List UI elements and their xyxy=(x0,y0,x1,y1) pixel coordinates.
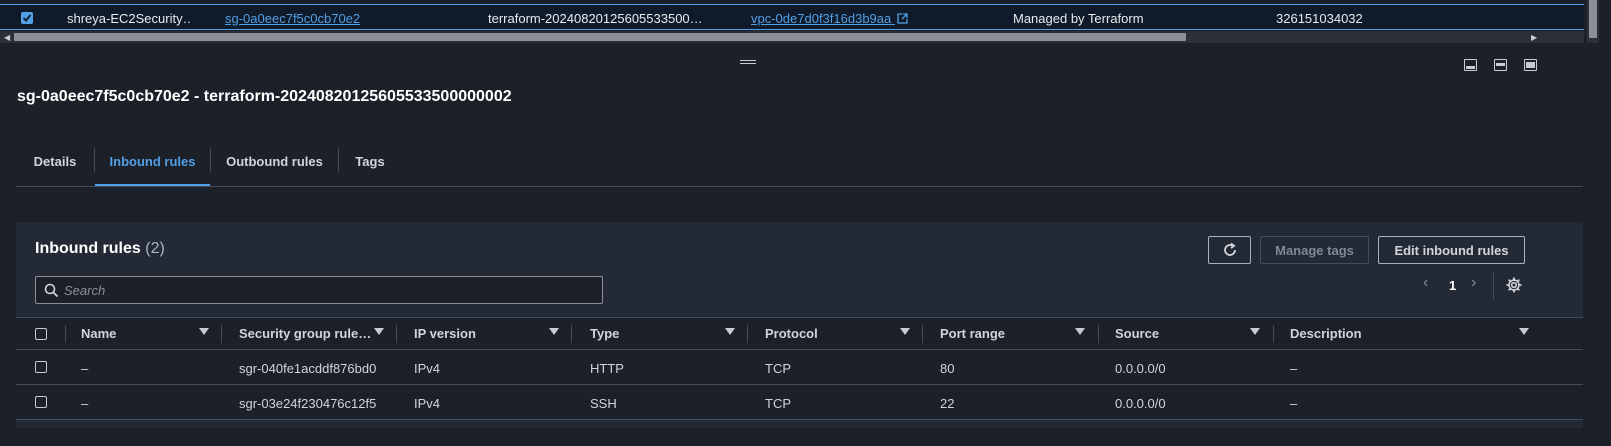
cell-source: 0.0.0.0/0 xyxy=(1115,396,1166,411)
cell-rule-id: sgr-040fe1acddf876bd0 xyxy=(239,361,377,376)
panel-bottom-icon[interactable] xyxy=(1464,59,1477,71)
cell-description: – xyxy=(1290,361,1298,376)
table-header: Name Security group rule… IP version Typ… xyxy=(16,317,1583,350)
split-panel-drag-handle[interactable] xyxy=(740,60,756,66)
panel-split-icon[interactable] xyxy=(1494,59,1507,71)
cell-ip-version: IPv4 xyxy=(414,396,441,411)
gear-icon[interactable] xyxy=(1506,277,1522,293)
page-edge xyxy=(1599,0,1611,446)
tab-tags[interactable]: Tags xyxy=(339,144,401,186)
cell-port-range: 22 xyxy=(940,396,955,411)
sort-icon[interactable] xyxy=(199,328,209,335)
search-field[interactable] xyxy=(35,276,603,304)
refresh-icon xyxy=(1223,242,1236,256)
scroll-left-icon[interactable]: ◀ xyxy=(4,33,10,42)
cell-rule-id: sgr-03e24f230476c12f5 xyxy=(239,396,377,411)
vertical-scrollbar[interactable] xyxy=(1587,0,1599,43)
horizontal-scrollbar[interactable]: ◀ ▶ xyxy=(0,31,1584,43)
column-header-ip-version[interactable]: IP version xyxy=(414,326,476,341)
current-page-number[interactable]: 1 xyxy=(1449,278,1456,293)
tab-outbound-rules[interactable]: Outbound rules xyxy=(211,144,338,186)
column-header-protocol[interactable]: Protocol xyxy=(765,326,818,341)
cell-name: – xyxy=(81,396,89,411)
row-checkbox[interactable] xyxy=(35,396,47,408)
cell-name: – xyxy=(81,361,89,376)
detail-tabs: Details Inbound rules Outbound rules Tag… xyxy=(16,144,1583,187)
scroll-right-icon[interactable]: ▶ xyxy=(1531,33,1537,42)
search-icon xyxy=(44,283,59,298)
tab-inbound-rules[interactable]: Inbound rules xyxy=(95,144,210,186)
sort-icon[interactable] xyxy=(900,328,910,335)
scrollbar-thumb[interactable] xyxy=(14,33,1186,41)
column-header-description[interactable]: Description xyxy=(1290,326,1362,341)
column-header-source[interactable]: Source xyxy=(1115,326,1159,341)
external-link-icon xyxy=(897,13,908,24)
column-header-rule-id[interactable]: Security group rule… xyxy=(239,326,371,341)
table-row[interactable]: – sgr-03e24f230476c12f5 IPv4 SSH TCP 22 … xyxy=(16,385,1583,420)
sort-icon[interactable] xyxy=(1075,328,1085,335)
previous-page-icon[interactable]: ‹ xyxy=(1423,274,1428,292)
inbound-rules-title: Inbound rules xyxy=(35,240,141,257)
cell-type: SSH xyxy=(590,396,617,411)
cell-description: – xyxy=(1290,396,1298,411)
security-group-id-link[interactable]: sg-0a0eec7f5c0cb70e2 xyxy=(225,11,360,26)
next-page-icon[interactable]: › xyxy=(1471,274,1476,292)
group-description: Managed by Terraform xyxy=(1013,11,1144,26)
group-name: terraform-20240820125605533500… xyxy=(488,11,703,26)
inbound-rules-heading: Inbound rules (2) xyxy=(35,240,165,258)
column-header-type[interactable]: Type xyxy=(590,326,619,341)
vpc-id-link[interactable]: vpc-0de7d0f3f16d3b9aa xyxy=(751,11,908,26)
cell-ip-version: IPv4 xyxy=(414,361,441,376)
row-name: shreya-EC2Security… xyxy=(67,11,191,26)
detail-panel-title: sg-0a0eec7f5c0cb70e2 - terraform-2024082… xyxy=(17,88,512,105)
vertical-scrollbar-thumb[interactable] xyxy=(1589,0,1597,38)
cell-protocol: TCP xyxy=(765,396,791,411)
refresh-button[interactable] xyxy=(1208,236,1251,264)
search-input[interactable] xyxy=(64,281,584,299)
inbound-rules-table: Name Security group rule… IP version Typ… xyxy=(16,317,1583,420)
inbound-rules-panel: Inbound rules (2) Manage tags Edit inbou… xyxy=(16,222,1583,428)
cell-port-range: 80 xyxy=(940,361,955,376)
sort-icon[interactable] xyxy=(1519,328,1529,335)
owner-id: 326151034032 xyxy=(1276,11,1363,26)
sort-icon[interactable] xyxy=(1250,328,1260,335)
sort-icon[interactable] xyxy=(725,328,735,335)
rule-count: (2) xyxy=(145,240,165,257)
vpc-id-text: vpc-0de7d0f3f16d3b9aa xyxy=(751,11,892,26)
tab-details[interactable]: Details xyxy=(16,144,94,186)
row-checkbox[interactable] xyxy=(35,361,47,373)
row-checkbox-checked[interactable] xyxy=(21,12,33,24)
check-icon xyxy=(22,14,32,22)
select-all-checkbox[interactable] xyxy=(35,328,47,340)
edit-inbound-rules-button[interactable]: Edit inbound rules xyxy=(1378,236,1525,264)
selected-security-group-row[interactable]: shreya-EC2Security… sg-0a0eec7f5c0cb70e2… xyxy=(0,4,1584,30)
column-header-port-range[interactable]: Port range xyxy=(940,326,1005,341)
cell-source: 0.0.0.0/0 xyxy=(1115,361,1166,376)
column-header-name[interactable]: Name xyxy=(81,326,116,341)
sort-icon[interactable] xyxy=(549,328,559,335)
table-row[interactable]: – sgr-040fe1acddf876bd0 IPv4 HTTP TCP 80… xyxy=(16,350,1583,385)
cell-protocol: TCP xyxy=(765,361,791,376)
cell-type: HTTP xyxy=(590,361,624,376)
panel-full-icon[interactable] xyxy=(1524,59,1537,71)
sort-icon[interactable] xyxy=(374,328,384,335)
manage-tags-button[interactable]: Manage tags xyxy=(1260,236,1369,264)
